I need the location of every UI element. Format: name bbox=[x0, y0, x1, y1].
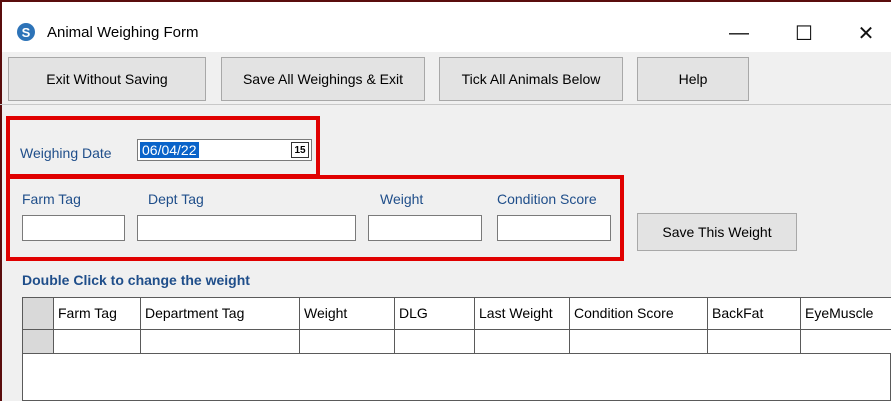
weight-label: Weight bbox=[380, 191, 424, 207]
table-cell[interactable] bbox=[54, 330, 141, 354]
column-header-condition-score[interactable]: Condition Score bbox=[570, 298, 708, 330]
column-header-weight[interactable]: Weight bbox=[300, 298, 395, 330]
table-cell[interactable] bbox=[300, 330, 395, 354]
weighing-date-label: Weighing Date bbox=[20, 145, 112, 161]
condition-score-label: Condition Score bbox=[497, 191, 597, 207]
weighing-date-value[interactable]: 06/04/22 bbox=[140, 142, 199, 158]
condition-score-input[interactable] bbox=[497, 215, 611, 241]
row-selector[interactable] bbox=[23, 330, 54, 354]
calendar-icon[interactable]: 15 bbox=[291, 142, 309, 158]
help-button[interactable]: Help bbox=[637, 57, 749, 101]
table-cell[interactable] bbox=[141, 330, 300, 354]
minimize-button[interactable]: — bbox=[715, 14, 763, 52]
dept-tag-label: Dept Tag bbox=[148, 191, 204, 207]
maximize-button[interactable]: ☐ bbox=[780, 14, 828, 52]
dept-tag-input[interactable] bbox=[137, 215, 356, 241]
table-cell[interactable] bbox=[801, 330, 891, 354]
table-cell[interactable] bbox=[570, 330, 708, 354]
toolbar-separator bbox=[0, 104, 891, 105]
grid-caption: Double Click to change the weight bbox=[22, 272, 250, 288]
save-all-weighings-exit-button[interactable]: Save All Weighings & Exit bbox=[221, 57, 425, 101]
table-cell[interactable] bbox=[395, 330, 475, 354]
window-top-edge bbox=[0, 0, 891, 2]
exit-without-saving-button[interactable]: Exit Without Saving bbox=[8, 57, 206, 101]
column-header-farm-tag[interactable]: Farm Tag bbox=[54, 298, 141, 330]
column-header-dlg[interactable]: DLG bbox=[395, 298, 475, 330]
column-header-eyemuscle[interactable]: EyeMuscle bbox=[801, 298, 891, 330]
tick-all-animals-button[interactable]: Tick All Animals Below bbox=[439, 57, 623, 101]
column-header-backfat[interactable]: BackFat bbox=[708, 298, 801, 330]
table-cell[interactable] bbox=[708, 330, 801, 354]
farm-tag-label: Farm Tag bbox=[22, 191, 81, 207]
table-cell[interactable] bbox=[475, 330, 570, 354]
column-header-department-tag[interactable]: Department Tag bbox=[141, 298, 300, 330]
weighing-date-field[interactable]: 06/04/22 15 bbox=[137, 139, 312, 161]
farm-tag-input[interactable] bbox=[22, 215, 125, 241]
weight-input[interactable] bbox=[368, 215, 482, 241]
save-this-weight-button[interactable]: Save This Weight bbox=[637, 213, 797, 251]
close-button[interactable]: ✕ bbox=[842, 14, 890, 52]
weighings-grid[interactable]: Farm Tag Department Tag Weight DLG Last … bbox=[22, 297, 891, 401]
app-icon: S bbox=[17, 23, 35, 41]
window-title: Animal Weighing Form bbox=[47, 24, 199, 41]
window-left-edge bbox=[0, 0, 2, 401]
grid-corner-cell[interactable] bbox=[23, 298, 54, 330]
column-header-last-weight[interactable]: Last Weight bbox=[475, 298, 570, 330]
